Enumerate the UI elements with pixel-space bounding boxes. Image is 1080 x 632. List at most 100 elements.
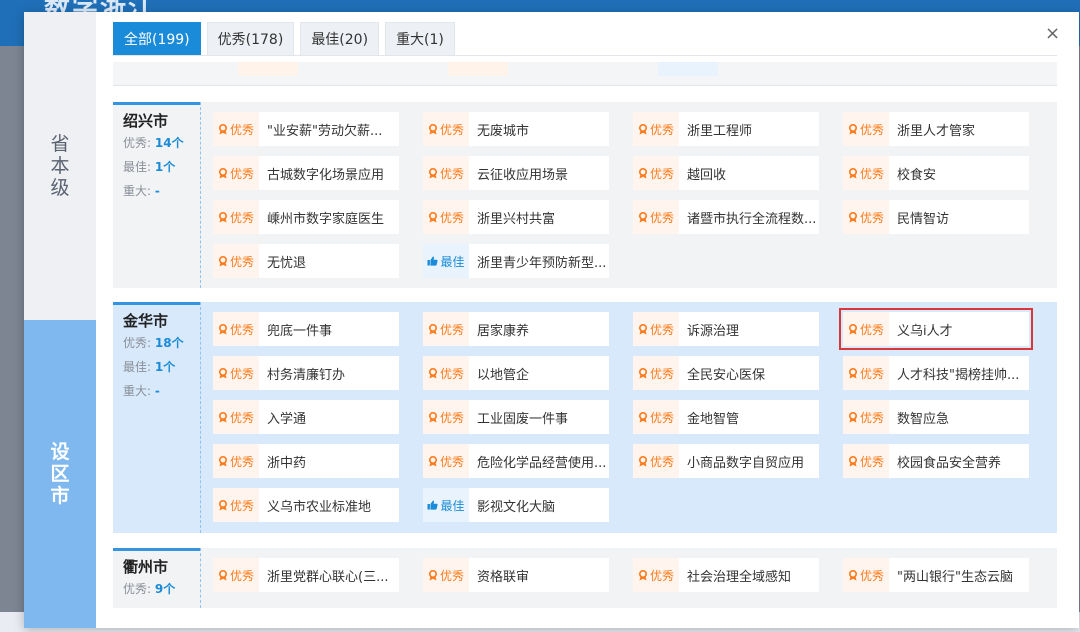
case-card[interactable]: 优秀 无忧退 [213,244,399,278]
case-title: 浙里兴村共富 [477,211,556,227]
excellent-badge: 优秀 [633,444,679,478]
case-card[interactable]: 优秀 数智应急 [843,400,1029,434]
award-icon [848,211,857,222]
case-card[interactable]: 优秀 云征收应用场景 [423,156,609,190]
badge-label: 优秀 [439,410,464,425]
badge-label: 优秀 [859,366,884,381]
case-card[interactable]: 优秀 以地管企 [423,356,609,390]
award-icon [428,167,437,178]
case-card[interactable]: 优秀 嵊州市数字家庭医生 [213,200,399,234]
case-title: 浙里人才管家 [897,123,976,139]
excellent-badge: 优秀 [213,356,259,390]
case-card[interactable]: 优秀 资格联审 [423,558,609,592]
excellent-badge: 优秀 [423,156,469,190]
case-title: 兜底一件事 [267,323,333,339]
case-card[interactable]: 优秀 校食安 [843,156,1029,190]
major-count-line: 重大: - [123,379,200,403]
excellent-badge: 优秀 [843,444,889,478]
case-card[interactable]: 优秀 诸暨市执行全流程数... [633,200,819,234]
case-card[interactable]: 优秀 民情智访 [843,200,1029,234]
excellent-badge: 优秀 [213,312,259,346]
case-card[interactable]: 优秀 浙中药 [213,444,399,478]
case-card[interactable]: 最佳 影视文化大脑 [423,488,609,522]
badge-label: 优秀 [439,454,464,469]
badge-label: 优秀 [229,166,254,181]
case-title: 越回收 [687,167,727,183]
case-card[interactable]: 优秀 工业固废一件事 [423,400,609,434]
award-icon [638,211,647,222]
case-card[interactable]: 优秀 校园食品安全营养 [843,444,1029,478]
case-card[interactable]: 优秀 人才科技"揭榜挂帅... [843,356,1029,390]
groups-list[interactable]: 绍兴市 优秀: 14个 最佳: 1个 重大: - 优秀 "业安薪"劳动欠薪... 优秀 无废城… [113,62,1057,628]
case-title: 人才科技"揭榜挂帅... [897,367,1020,383]
sidebar-item-city[interactable]: 设区市 [24,320,96,628]
thumbs-up-icon [427,500,439,510]
award-icon [638,455,647,466]
case-card[interactable]: 优秀 全民安心医保 [633,356,819,390]
best-count: 1个 [154,360,176,374]
badge-label: 优秀 [649,410,674,425]
award-icon [848,455,857,466]
case-card[interactable]: 优秀 古城数字化场景应用 [213,156,399,190]
case-card-selected[interactable]: 优秀 义乌i人才 [839,308,1033,350]
badge-label: 优秀 [439,210,464,225]
case-card[interactable]: 优秀 居家康养 [423,312,609,346]
major-count-line: 重大: - [123,179,200,203]
close-icon[interactable]: × [1045,25,1060,43]
case-title: 浙里党群心联心(三... [267,569,389,585]
case-title: 金地智管 [687,411,740,427]
badge-label: 优秀 [649,166,674,181]
case-title: 古城数字化场景应用 [267,167,385,183]
excellent-count-label: 优秀: [123,136,152,150]
case-card[interactable]: 优秀 金地智管 [633,400,819,434]
case-card[interactable]: 优秀 诉源治理 [633,312,819,346]
case-card[interactable]: 最佳 浙里青少年预防新型... [423,244,609,278]
badge-label: 优秀 [649,366,674,381]
excellent-badge: 优秀 [633,558,679,592]
case-card[interactable]: 优秀 危险化学品经营使用... [423,444,609,478]
tab-excellent[interactable]: 优秀(178) [206,22,295,55]
case-card[interactable]: 优秀 浙里工程师 [633,112,819,146]
case-card[interactable]: 优秀 "两山银行"生态云脑 [843,558,1029,592]
award-icon [218,167,227,178]
case-title: 义乌市农业标准地 [267,499,372,515]
badge-label: 优秀 [229,454,254,469]
case-card[interactable]: 优秀 越回收 [633,156,819,190]
tab-best[interactable]: 最佳(20) [300,22,380,55]
best-count-line: 最佳: 1个 [123,155,200,179]
case-card[interactable]: 优秀 兜底一件事 [213,312,399,346]
case-card[interactable]: 优秀 村务清廉钉办 [213,356,399,390]
excellent-badge: 优秀 [633,156,679,190]
case-title: 工业固废一件事 [477,411,569,427]
excellent-count-label: 优秀: [123,582,152,596]
case-card[interactable]: 优秀 浙里兴村共富 [423,200,609,234]
excellent-count: 18个 [154,336,184,350]
group-divider [200,548,201,608]
case-card[interactable]: 优秀 浙里人才管家 [843,112,1029,146]
excellent-badge: 优秀 [843,112,889,146]
case-title: 义乌i人才 [897,323,953,339]
major-count: - [154,384,160,398]
badge-label: 优秀 [229,568,254,583]
excellent-badge: 优秀 [633,356,679,390]
badge-label: 优秀 [649,568,674,583]
sidebar-item-province[interactable]: 省本级 [24,12,96,320]
excellent-badge: 优秀 [423,444,469,478]
case-card[interactable]: 优秀 社会治理全域感知 [633,558,819,592]
tab-major[interactable]: 重大(1) [385,22,455,55]
city-name: 衢州市 [123,558,169,576]
case-card[interactable]: 优秀 浙里党群心联心(三... [213,558,399,592]
sidebar-item-label: 省本级 [50,133,70,199]
case-card[interactable]: 优秀 无废城市 [423,112,609,146]
case-card[interactable]: 优秀 小商品数字自贸应用 [633,444,819,478]
badge-label: 优秀 [649,122,674,137]
award-icon [218,499,227,510]
excellent-count: 14个 [154,136,184,150]
best-count-label: 最佳: [123,360,152,374]
case-card[interactable]: 优秀 入学通 [213,400,399,434]
award-icon [638,411,647,422]
excellent-badge: 优秀 [213,156,259,190]
case-card[interactable]: 优秀 义乌市农业标准地 [213,488,399,522]
case-card[interactable]: 优秀 "业安薪"劳动欠薪... [213,112,399,146]
tab-all[interactable]: 全部(199) [113,22,201,55]
